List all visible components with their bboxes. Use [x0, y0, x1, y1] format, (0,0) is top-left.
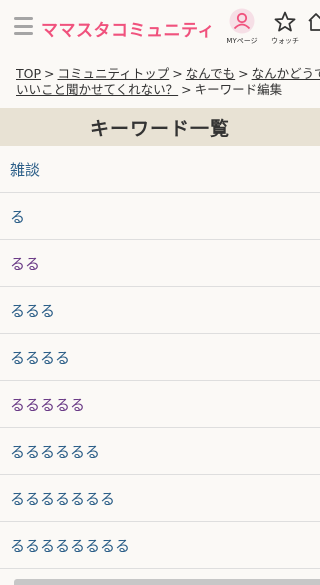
- keyword-list: 雑談 る るる るるる るるるる るるるるる るるるるるる るるるるるるる るる…: [0, 146, 320, 569]
- hamburger-menu-icon[interactable]: [14, 17, 33, 35]
- page-title: キーワード一覧: [89, 117, 230, 140]
- keyword-item: るるる: [0, 287, 320, 334]
- keyword-item: るるるるるるる: [0, 475, 320, 522]
- keyword-item: るるるるるる: [0, 428, 320, 475]
- keyword-link[interactable]: るるるるる: [10, 394, 85, 415]
- keyword-link[interactable]: るるるるるる: [10, 441, 100, 462]
- breadcrumb-current: キーワード編集: [194, 82, 283, 97]
- keyword-link[interactable]: 雑談: [10, 159, 40, 180]
- breadcrumb: TOP>コミュニティトップ>なんでも>なんかどうでも いいこと聞かせてくれない？…: [16, 66, 320, 98]
- breadcrumb-nandemo-link[interactable]: なんでも: [186, 66, 235, 81]
- breadcrumb-row-1: TOP>コミュニティトップ>なんでも>なんかどうでも: [16, 66, 320, 82]
- horizontal-scrollbar[interactable]: [14, 579, 320, 585]
- watch-label: ウォッチ: [271, 37, 299, 45]
- breadcrumb-thread-link[interactable]: なんかどうでも: [252, 66, 320, 81]
- page-title-bar: キーワード一覧: [0, 108, 320, 146]
- mypage-label: MYページ: [226, 37, 258, 45]
- keyword-item: るるるる: [0, 334, 320, 381]
- breadcrumb-separator: >: [172, 66, 183, 81]
- keyword-link[interactable]: るるる: [10, 300, 55, 321]
- breadcrumb-community-top-link[interactable]: コミュニティトップ: [58, 66, 170, 81]
- keyword-item: るるるるる: [0, 381, 320, 428]
- keyword-item: る: [0, 193, 320, 240]
- keyword-item: るる: [0, 240, 320, 287]
- star-icon: [274, 11, 296, 32]
- header: ママスタコミュニティ MYページ ウォッチ: [0, 0, 320, 56]
- keyword-link[interactable]: るるるるるるる: [10, 488, 115, 509]
- breadcrumb-separator: >: [238, 66, 249, 81]
- keyword-link[interactable]: るるるるるるるる: [10, 535, 130, 556]
- keyword-item: 雑談: [0, 146, 320, 193]
- keyword-link[interactable]: る: [10, 206, 25, 227]
- keyword-link[interactable]: るるるる: [10, 347, 70, 368]
- breadcrumb-top-link[interactable]: TOP: [16, 66, 41, 81]
- breadcrumb-row-2: いいこと聞かせてくれない？ > キーワード編集: [16, 82, 320, 98]
- breadcrumb-separator: >: [44, 66, 55, 81]
- breadcrumb-thread-link-cont[interactable]: いいこと聞かせてくれない？: [16, 82, 178, 97]
- user-icon: [229, 8, 255, 34]
- keyword-item: るるるるるるるる: [0, 522, 320, 569]
- breadcrumb-separator: >: [181, 82, 192, 97]
- mypage-button[interactable]: MYページ: [223, 8, 261, 46]
- home-icon: [308, 13, 320, 31]
- watch-button[interactable]: ウォッチ: [268, 8, 302, 46]
- keyword-link[interactable]: るる: [10, 253, 40, 274]
- site-logo[interactable]: ママスタコミュニティ: [41, 16, 215, 41]
- more-nav-button[interactable]: [304, 8, 320, 34]
